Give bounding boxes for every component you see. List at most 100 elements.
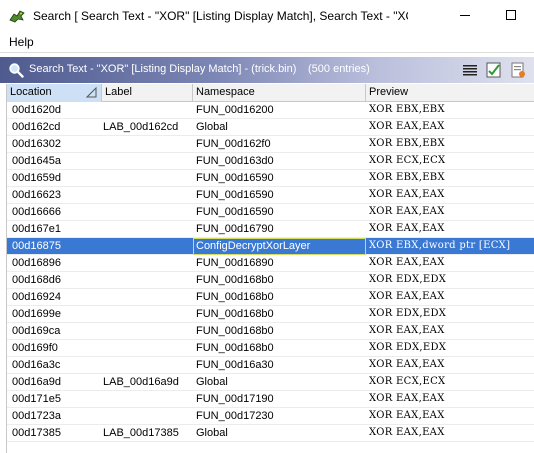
table-row[interactable]: 00d16a3c FUN_00d16a30 XOR EAX,EAX <box>7 357 534 374</box>
cell-location: 00d1645a <box>12 155 61 167</box>
cell-label <box>103 408 191 425</box>
cell-label <box>103 238 191 255</box>
cell-namespace: FUN_00d16a30 <box>196 359 274 371</box>
cell-preview: XOR EAX,EAX <box>369 121 445 132</box>
table-row[interactable]: 00d169ca FUN_00d168b0 XOR EAX,EAX <box>7 323 534 340</box>
search-icon <box>9 63 24 78</box>
cell-label <box>103 102 191 119</box>
cell-preview: XOR EAX,EAX <box>369 189 445 200</box>
cell-preview: XOR EAX,EAX <box>369 325 445 336</box>
cell-location: 00d1699e <box>12 308 61 320</box>
selection-icon <box>486 62 501 78</box>
table-body: 00d1620d FUN_00d16200 XOR EBX,EBX 00d162cd L… <box>7 102 534 442</box>
table-row[interactable]: 00d168d6 FUN_00d168b0 XOR EDX,EDX <box>7 272 534 289</box>
column-header-label[interactable]: Label <box>102 84 193 102</box>
panel-title: Search Text - "XOR" [Listing Display Mat… <box>29 63 297 75</box>
cell-label <box>103 187 191 204</box>
menu-bar: Help <box>0 31 534 53</box>
cell-namespace: FUN_00d168b0 <box>196 308 274 320</box>
cell-location: 00d1659d <box>12 172 61 184</box>
table-row[interactable]: 00d16875 ConfigDecryptXorLayer XOR EBX,dwo… <box>7 238 534 255</box>
cell-preview: XOR EAX,EAX <box>369 223 445 234</box>
cell-preview: XOR EBX,EBX <box>369 138 445 149</box>
cell-label: LAB_00d17385 <box>103 427 179 439</box>
cell-label: LAB_00d16a9d <box>103 376 179 388</box>
window-title: Search [ Search Text - "XOR" [Listing Di… <box>33 8 408 23</box>
table-row[interactable]: 00d1699e FUN_00d168b0 XOR EDX,EDX <box>7 306 534 323</box>
table-row[interactable]: 00d16666 FUN_00d16590 XOR EAX,EAX <box>7 204 534 221</box>
cell-label <box>103 306 191 323</box>
cell-preview: XOR EDX,EDX <box>369 308 447 319</box>
ghidra-dragon-icon <box>9 9 25 22</box>
table-row[interactable]: 00d1659d FUN_00d16590 XOR EBX,EBX <box>7 170 534 187</box>
cell-location: 00d16896 <box>12 257 61 269</box>
cell-preview: XOR ECX,ECX <box>369 155 446 166</box>
results-table: Location Label Namespace Preview 00d1620… <box>6 84 534 453</box>
entry-count: (500 entries) <box>308 63 370 75</box>
cell-location: 00d16a3c <box>12 359 61 371</box>
cell-label <box>103 340 191 357</box>
cell-location: 00d169f0 <box>12 342 58 354</box>
cell-location: 00d162cd <box>12 121 61 133</box>
column-header-preview[interactable]: Preview <box>366 84 534 102</box>
table-row[interactable]: 00d17385 LAB_00d17385 Global XOR EAX,EAX <box>7 425 534 442</box>
cell-namespace: FUN_00d162f0 <box>196 138 271 150</box>
make-selection-button[interactable] <box>484 60 504 80</box>
cell-namespace: FUN_00d17190 <box>196 393 274 405</box>
maximize-button[interactable] <box>488 0 534 31</box>
cell-namespace: Global <box>196 376 228 388</box>
table-row[interactable]: 00d171e5 FUN_00d17190 XOR EAX,EAX <box>7 391 534 408</box>
column-header-location[interactable]: Location <box>7 84 102 102</box>
cell-location: 00d16302 <box>12 138 61 150</box>
cell-namespace: FUN_00d17230 <box>196 410 274 422</box>
cell-label <box>103 204 191 221</box>
table-options-button[interactable] <box>460 60 480 80</box>
cell-label <box>103 289 191 306</box>
minimize-button[interactable] <box>442 0 488 31</box>
cell-preview: XOR EAX,EAX <box>369 427 445 438</box>
cell-location: 00d16875 <box>12 240 61 252</box>
cell-namespace: ConfigDecryptXorLayer <box>193 238 366 255</box>
cell-preview: XOR EAX,EAX <box>369 393 445 404</box>
column-header-namespace[interactable]: Namespace <box>193 84 366 102</box>
table-row[interactable]: 00d167e1 FUN_00d16790 XOR EAX,EAX <box>7 221 534 238</box>
cell-location: 00d16623 <box>12 189 61 201</box>
table-row[interactable]: 00d16a9d LAB_00d16a9d Global XOR ECX,ECX <box>7 374 534 391</box>
cell-preview: XOR EBX,EBX <box>369 104 445 115</box>
table-row[interactable]: 00d16924 FUN_00d168b0 XOR EAX,EAX <box>7 289 534 306</box>
cell-preview: XOR EDX,EDX <box>369 274 447 285</box>
cell-location: 00d16a9d <box>12 376 61 388</box>
table-row[interactable]: 00d1645a FUN_00d163d0 XOR ECX,ECX <box>7 153 534 170</box>
table-row[interactable]: 00d16896 FUN_00d16890 XOR EAX,EAX <box>7 255 534 272</box>
cell-location: 00d16666 <box>12 206 61 218</box>
table-row[interactable]: 00d1723a FUN_00d17230 XOR EAX,EAX <box>7 408 534 425</box>
minimize-icon <box>459 15 470 16</box>
cell-label <box>103 323 191 340</box>
export-button[interactable] <box>508 60 528 80</box>
cell-preview: XOR EAX,EAX <box>369 206 445 217</box>
table-row[interactable]: 00d1620d FUN_00d16200 XOR EBX,EBX <box>7 102 534 119</box>
cell-preview: XOR ECX,ECX <box>369 376 446 387</box>
cell-namespace: FUN_00d163d0 <box>196 155 274 167</box>
table-row[interactable]: 00d16302 FUN_00d162f0 XOR EBX,EBX <box>7 136 534 153</box>
cell-label <box>103 255 191 272</box>
cell-label <box>103 221 191 238</box>
cell-preview: XOR EBX,EBX <box>369 172 445 183</box>
cell-label <box>103 272 191 289</box>
sort-ascending-icon <box>86 87 97 98</box>
cell-namespace: Global <box>196 121 228 133</box>
cell-namespace: FUN_00d16200 <box>196 104 274 116</box>
cell-namespace: FUN_00d16590 <box>196 189 274 201</box>
cell-preview: XOR EAX,EAX <box>369 410 445 421</box>
table-row[interactable]: 00d162cd LAB_00d162cd Global XOR EAX,EAX <box>7 119 534 136</box>
cell-namespace: FUN_00d168b0 <box>196 325 274 337</box>
cell-location: 00d169ca <box>12 325 61 337</box>
table-row[interactable]: 00d16623 FUN_00d16590 XOR EAX,EAX <box>7 187 534 204</box>
title-bar: Search [ Search Text - "XOR" [Listing Di… <box>0 0 534 31</box>
cell-location: 00d16924 <box>12 291 61 303</box>
export-icon <box>511 62 525 78</box>
table-row[interactable]: 00d169f0 FUN_00d168b0 XOR EDX,EDX <box>7 340 534 357</box>
menu-help[interactable]: Help <box>9 35 34 49</box>
cell-namespace: FUN_00d16590 <box>196 172 274 184</box>
cell-namespace: FUN_00d16590 <box>196 206 274 218</box>
